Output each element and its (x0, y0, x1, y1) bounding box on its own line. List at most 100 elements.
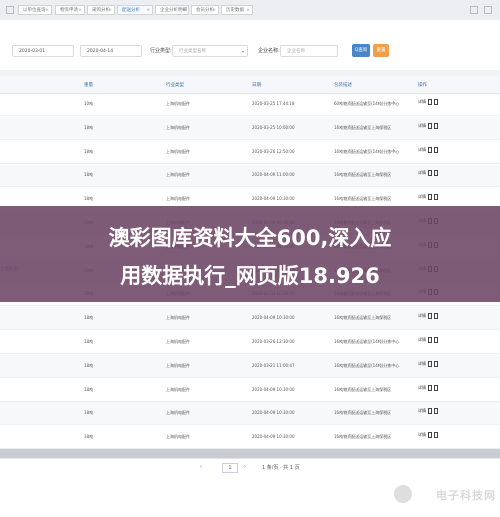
cell-type: 上海机电配件 (166, 386, 190, 392)
tab-2[interactable]: 采购分析 × (87, 5, 115, 15)
delete-icon[interactable] (434, 408, 438, 415)
detail-link[interactable]: 详情 (418, 123, 426, 128)
table-row[interactable]: 18吨 上海机电配件 2020-04-09 10:30:00 16吨物资配送运输至上海… (0, 426, 500, 450)
table-row[interactable]: 18吨 上海机电配件 2020-03-26 12:50:00 16吨物资配送运输至(1… (0, 141, 500, 164)
tab-4[interactable]: 企业分析明细 × (155, 5, 189, 15)
edit-icon[interactable] (428, 360, 432, 367)
tab-6[interactable]: 历史数据 × (221, 5, 253, 15)
cell-date: 2020-04-09 11:00:00 (252, 172, 295, 178)
edit-icon[interactable] (428, 194, 432, 201)
overlay-title-line2: 用数据执行_网页版18.926 (120, 264, 380, 288)
date-to-input[interactable]: 2020-04-14 (80, 45, 142, 57)
cell-date: 2020-04-09 10:30:00 (252, 386, 295, 392)
row-actions: 详情 (418, 99, 438, 105)
detail-link[interactable]: 详情 (418, 408, 426, 413)
close-icon[interactable]: × (78, 6, 82, 16)
table-row[interactable]: 18吨 上海机电配件 2020-04-09 10:30:00 16吨物资配送运输至上海… (0, 307, 500, 331)
close-icon[interactable]: × (246, 6, 250, 16)
filter-bar: 2020-03-01 2020-04-14 行业类型: 行业类型名称 ▾ 企业名称… (0, 20, 500, 70)
detail-link[interactable]: 详情 (418, 361, 426, 366)
delete-icon[interactable] (434, 313, 438, 320)
detail-link[interactable]: 详情 (418, 170, 426, 175)
close-icon[interactable]: × (182, 6, 186, 16)
query-button[interactable]: Q查询 (352, 44, 370, 57)
reset-button[interactable]: 重置 (373, 44, 389, 57)
table-row[interactable]: 18吨 上海机电配件 2020-04-09 10:30:00 16吨物资配送运输至上海… (0, 402, 500, 426)
edit-icon[interactable] (428, 337, 432, 343)
edit-icon[interactable] (428, 99, 432, 105)
delete-icon[interactable] (434, 99, 438, 105)
row-actions: 详情 (418, 432, 438, 439)
industry-select[interactable]: 行业类型名称 ▾ (172, 45, 248, 57)
header-desc[interactable]: 包装描述 (334, 82, 352, 88)
next-page-icon[interactable]: › (244, 464, 246, 470)
detail-link[interactable]: 详情 (418, 99, 426, 104)
delete-icon[interactable] (434, 360, 438, 367)
tab-5[interactable]: 会员分析 × (191, 5, 219, 15)
cell-desc: 16吨物资配送运输至上海保税区 (334, 410, 392, 416)
detail-link[interactable]: 详情 (418, 313, 426, 318)
chevron-down-icon: ▾ (241, 49, 244, 54)
tab-bar: 以单位查询 × 物资申请 × 采购分析 × 配送分析 × 企业分析明细 × 会员分析 × 历… (0, 0, 500, 21)
close-icon[interactable]: × (212, 6, 216, 16)
detail-link[interactable]: 详情 (418, 385, 426, 390)
close-icon[interactable]: × (108, 6, 112, 16)
delete-icon[interactable] (434, 194, 438, 201)
pagination: ‹ 1 › 1 条/页 · 共 1 页 (0, 458, 500, 479)
table-row[interactable]: 18吨 上海机电配件 2020-03-25 10:00:00 16吨物资配送运输至上海… (0, 116, 500, 140)
edit-icon[interactable] (428, 170, 432, 177)
table-row[interactable]: 18吨 上海机电配件 2020-03-21 11:00:47 16吨物资配送运输至(1… (0, 354, 500, 378)
delete-icon[interactable] (434, 146, 438, 153)
prev-page-icon[interactable]: ‹ (200, 464, 202, 470)
detail-link[interactable]: 详情 (418, 432, 426, 437)
horizontal-scrollbar[interactable] (0, 449, 500, 458)
tab-1[interactable]: 物资申请 × (55, 5, 85, 15)
table-row[interactable]: 18吨 上海机电配件 2020-04-09 11:00:00 16吨物资配送运输至上海… (0, 164, 500, 188)
prev-tab-icon[interactable] (6, 6, 14, 14)
tab-label: 历史数据 (226, 8, 244, 13)
cell-type: 上海机电配件 (166, 339, 190, 344)
header-type[interactable]: 行业类型 (166, 82, 184, 88)
next-tab-icon[interactable] (470, 6, 478, 14)
cell-date: 2020-04-09 10:30:00 (252, 196, 295, 202)
table-header: 重量 行业类型 日期 包装描述 操作 (0, 76, 500, 94)
table-row[interactable]: 18吨 上海机电配件 2020-03-26 12:30:00 16吨物资配送运输至(1… (0, 331, 500, 354)
cell-weight: 18吨 (84, 339, 94, 344)
delete-icon[interactable] (434, 337, 438, 343)
cell-date: 2020-03-25 17:44:18 (252, 101, 295, 106)
delete-icon[interactable] (434, 384, 438, 391)
close-icon[interactable]: × (146, 6, 150, 16)
close-icon[interactable]: × (45, 6, 49, 16)
delete-icon[interactable] (434, 170, 438, 177)
detail-link[interactable]: 详情 (418, 337, 426, 342)
cell-date: 2020-04-09 10:30:00 (252, 315, 295, 321)
page-info: 1 条/页 · 共 1 页 (262, 465, 300, 471)
table-row[interactable]: 10吨 上海机电配件 2020-03-25 17:44:18 60吨物资配送运输至(1… (0, 93, 500, 116)
cell-type: 上海机电配件 (166, 434, 190, 440)
menu-icon[interactable] (484, 6, 492, 14)
delete-icon[interactable] (434, 432, 438, 439)
header-weight[interactable]: 重量 (84, 82, 93, 88)
row-actions: 详情 (418, 360, 438, 367)
tab-label: 物资申请 (60, 8, 78, 13)
cell-desc: 16吨物资配送运输至上海保税区 (334, 124, 392, 130)
tab-0[interactable]: 以单位查询 × (18, 5, 52, 15)
table-row[interactable]: 18吨 上海机电配件 2020-04-09 10:30:00 16吨物资配送运输至上海… (0, 379, 500, 402)
cell-desc: 16吨物资配送运输至上海保税区 (334, 434, 392, 440)
tab-3[interactable]: 配送分析 × (117, 5, 153, 15)
delete-icon[interactable] (434, 122, 438, 129)
date-from-input[interactable]: 2020-03-01 (12, 45, 74, 57)
header-date[interactable]: 日期 (252, 82, 261, 88)
detail-link[interactable]: 详情 (418, 194, 426, 199)
edit-icon[interactable] (428, 122, 432, 129)
cell-weight: 18吨 (84, 148, 94, 154)
edit-icon[interactable] (428, 146, 432, 153)
detail-link[interactable]: 详情 (418, 147, 426, 152)
edit-icon[interactable] (428, 408, 432, 415)
edit-icon[interactable] (428, 384, 432, 391)
page-input[interactable]: 1 (222, 463, 238, 473)
cell-weight: 18吨 (84, 196, 94, 202)
edit-icon[interactable] (428, 432, 432, 439)
enterprise-input[interactable]: 企业名称 (280, 45, 338, 57)
edit-icon[interactable] (428, 313, 432, 320)
